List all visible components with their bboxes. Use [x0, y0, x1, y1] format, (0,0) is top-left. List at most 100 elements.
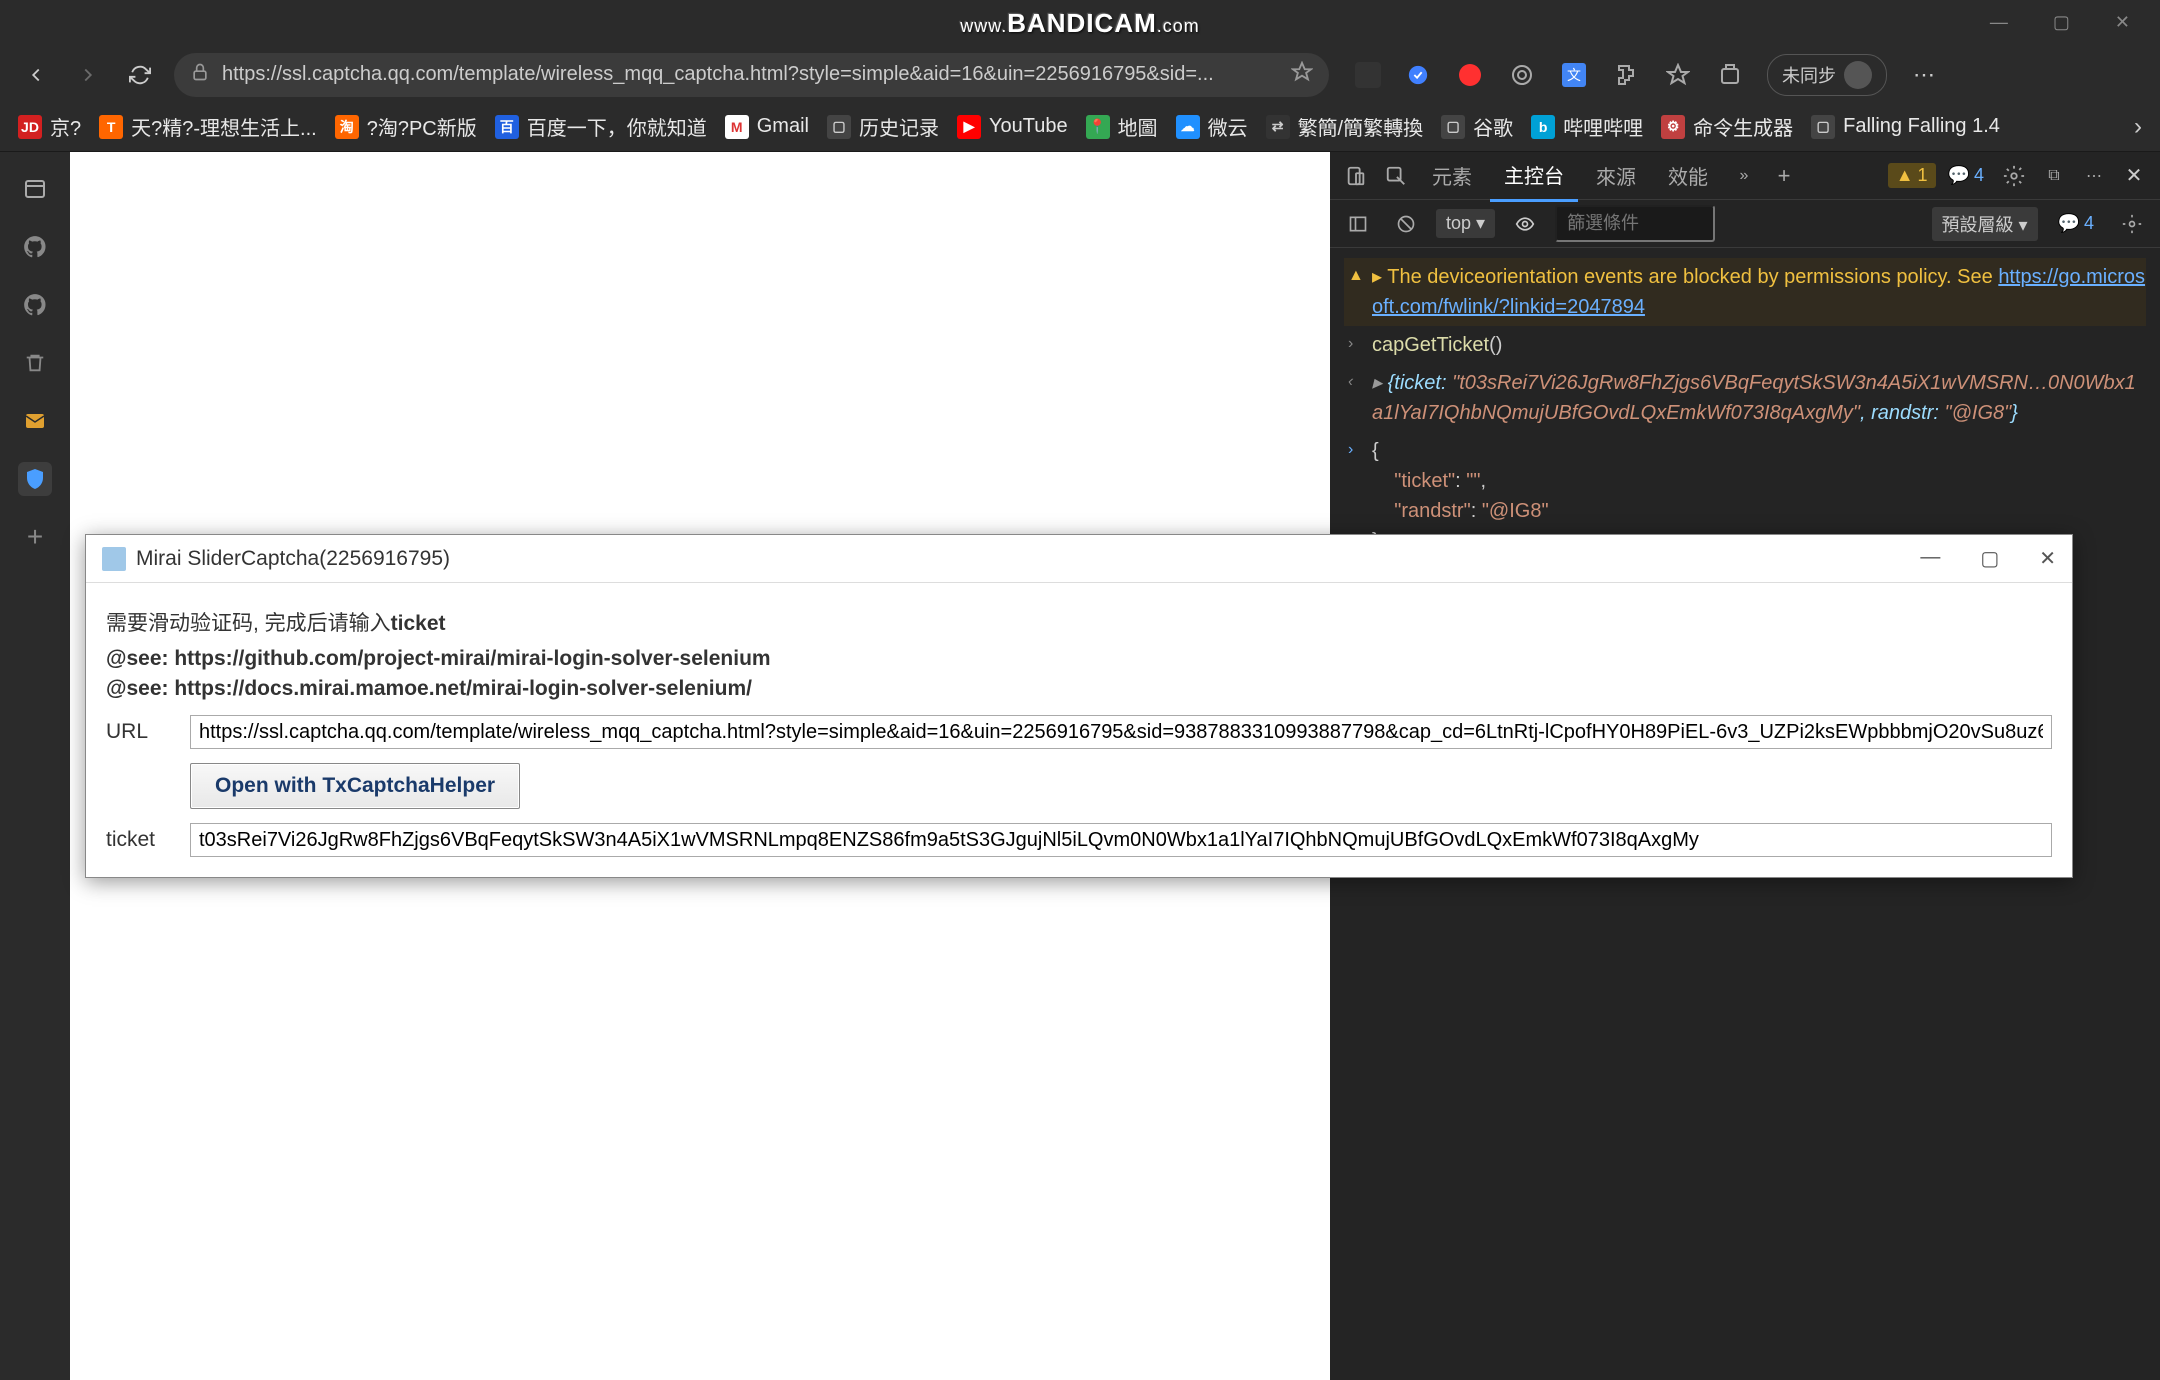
bookmark-item[interactable]: ☁微云 [1176, 112, 1248, 141]
bookmark-label: 繁簡/簡繁轉換 [1298, 112, 1424, 141]
bookmark-item[interactable]: T 天?精?-理想生活上... [99, 112, 317, 141]
tab-sources[interactable]: 來源 [1582, 151, 1650, 200]
window-maximize-button[interactable]: ▢ [2053, 12, 2070, 33]
sidebar-shield-icon[interactable] [18, 462, 52, 496]
bookmark-label: Gmail [757, 115, 809, 138]
ticket-input[interactable] [190, 823, 2052, 857]
dialog-title: Mirai SliderCaptcha(2256916795) [102, 547, 1920, 571]
warnings-badge[interactable]: ▲1 [1888, 163, 1936, 188]
bookmark-icon: b [1531, 115, 1555, 139]
url-input[interactable] [190, 715, 2052, 749]
bookmark-item[interactable]: ⇄ 繁簡/簡繁轉換 [1266, 112, 1424, 141]
settings-button[interactable] [1996, 158, 2032, 194]
console-warning[interactable]: ▲▸ The deviceorientation events are bloc… [1344, 258, 2146, 326]
bookmark-label: 京? [50, 112, 81, 141]
device-toggle-button[interactable] [1338, 158, 1374, 194]
devtools-tabs: 元素 主控台 來源 效能 » + ▲1 💬4 ⧉ ⋯ ✕ [1330, 152, 2160, 200]
lock-icon [190, 62, 210, 88]
extensions-button[interactable] [1611, 60, 1641, 90]
bookmark-item[interactable]: 百百度一下，你就知道 [495, 112, 707, 141]
bookmark-item[interactable]: ▢Falling Falling 1.4 [1811, 115, 2000, 139]
log-level-selector[interactable]: 預設層級 ▾ [1932, 207, 2038, 241]
live-expression-button[interactable] [1507, 206, 1543, 242]
mirai-captcha-dialog: Mirai SliderCaptcha(2256916795) — ▢ ✕ 需要… [85, 534, 2073, 878]
collections-button[interactable] [1715, 60, 1745, 90]
back-button[interactable] [18, 57, 54, 93]
tab-console[interactable]: 主控台 [1490, 150, 1578, 202]
bookmark-item[interactable]: 📍地圖 [1086, 112, 1158, 141]
window-minimize-button[interactable]: — [1990, 12, 2008, 33]
clear-console-button[interactable] [1388, 206, 1424, 242]
bookmark-label: 命令生成器 [1693, 112, 1793, 141]
console-toolbar: top ▾ 預設層級 ▾ 💬4 [1330, 200, 2160, 248]
bookmark-item[interactable]: ▢谷歌 [1441, 112, 1513, 141]
info-badge[interactable]: 💬4 [1940, 163, 1992, 188]
bookmark-icon: ▢ [1811, 115, 1835, 139]
console-sidebar-toggle[interactable] [1340, 206, 1376, 242]
more-tabs-button[interactable]: » [1726, 158, 1762, 194]
sidebar-tabs-icon[interactable] [18, 172, 52, 206]
extension-icon-1[interactable] [1355, 62, 1381, 88]
browser-toolbar: https://ssl.captcha.qq.com/template/wire… [0, 47, 2160, 102]
bookmark-label: 哔哩哔哩 [1563, 112, 1643, 141]
dialog-titlebar[interactable]: Mirai SliderCaptcha(2256916795) — ▢ ✕ [86, 535, 2072, 583]
sidebar-github-icon[interactable] [18, 230, 52, 264]
sidebar-github-icon-2[interactable] [18, 288, 52, 322]
devtools-link-icon[interactable]: ⧉ [2036, 158, 2072, 194]
reload-button[interactable] [122, 57, 158, 93]
bookmark-item[interactable]: b 哔哩哔哩 [1531, 112, 1643, 141]
favorites-button[interactable] [1663, 60, 1693, 90]
bookmark-icon: 百 [495, 115, 519, 139]
bookmark-item[interactable]: ▶YouTube [957, 115, 1068, 139]
extension-icon-3[interactable] [1455, 60, 1485, 90]
add-tab-button[interactable]: + [1766, 158, 1802, 194]
inspect-button[interactable] [1378, 158, 1414, 194]
window-close-button[interactable]: ✕ [2115, 12, 2130, 33]
bookmark-label: 天?精?-理想生活上... [131, 112, 317, 141]
bookmark-item[interactable]: MGmail [725, 115, 809, 139]
extension-icon-4[interactable] [1507, 60, 1537, 90]
console-result-line[interactable]: ‹▸ {ticket: "t03sRei7Vi26JgRw8FhZjgs6VBq… [1344, 364, 2146, 432]
filter-input[interactable] [1555, 205, 1715, 242]
bookmark-icon: 📍 [1086, 115, 1110, 139]
bookmark-icon: ☁ [1176, 115, 1200, 139]
left-sidebar: + [0, 152, 70, 1380]
extension-icon-translate[interactable]: 文 [1559, 60, 1589, 90]
bookmark-item[interactable]: ⚙命令生成器 [1661, 112, 1793, 141]
tab-elements[interactable]: 元素 [1418, 151, 1486, 200]
address-url: https://ssl.captcha.qq.com/template/wire… [222, 63, 1279, 86]
reference-link-1: @see: https://github.com/project-mirai/m… [106, 647, 2052, 671]
bookmark-icon: ⇄ [1266, 115, 1290, 139]
bookmarks-overflow-button[interactable]: › [2134, 113, 2142, 141]
tab-performance[interactable]: 效能 [1654, 151, 1722, 200]
devtools-close-button[interactable]: ✕ [2116, 158, 2152, 194]
console-input-line[interactable]: ›capGetTicket() [1344, 326, 2146, 364]
open-helper-button[interactable]: Open with TxCaptchaHelper [190, 763, 520, 809]
sidebar-trash-icon[interactable] [18, 346, 52, 380]
sidebar-mail-icon[interactable] [18, 404, 52, 438]
devtools-menu-button[interactable]: ⋯ [2076, 158, 2112, 194]
extension-icon-2[interactable] [1403, 60, 1433, 90]
bookmark-icon: T [99, 115, 123, 139]
bookmark-item[interactable]: ▢历史记录 [827, 112, 939, 141]
bandicam-watermark: www.BANDICAM.com [960, 8, 1200, 39]
browser-menu-button[interactable]: ⋯ [1909, 60, 1939, 90]
dialog-close-button[interactable]: ✕ [2039, 546, 2056, 571]
address-bar[interactable]: https://ssl.captcha.qq.com/template/wire… [174, 53, 1329, 97]
window-controls: — ▢ ✕ [1990, 0, 2160, 45]
console-settings-button[interactable] [2114, 206, 2150, 242]
sidebar-add-button[interactable]: + [18, 520, 52, 554]
bookmark-item[interactable]: 淘?淘?PC新版 [335, 112, 477, 141]
instruction-text: 需要滑动验证码, 完成后请输入ticket [106, 607, 2052, 637]
forward-button[interactable] [70, 57, 106, 93]
bookmark-item[interactable]: JD京? [18, 112, 81, 141]
ticket-label: ticket [106, 828, 166, 852]
dialog-maximize-button[interactable]: ▢ [1980, 546, 1999, 571]
dialog-minimize-button[interactable]: — [1920, 546, 1940, 571]
dialog-icon [102, 547, 126, 571]
favorite-icon[interactable] [1291, 61, 1313, 89]
profile-sync-badge[interactable]: 未同步 [1767, 54, 1887, 96]
info-count[interactable]: 💬4 [2050, 211, 2102, 236]
bookmark-label: 百度一下，你就知道 [527, 112, 707, 141]
context-selector[interactable]: top ▾ [1436, 209, 1495, 238]
